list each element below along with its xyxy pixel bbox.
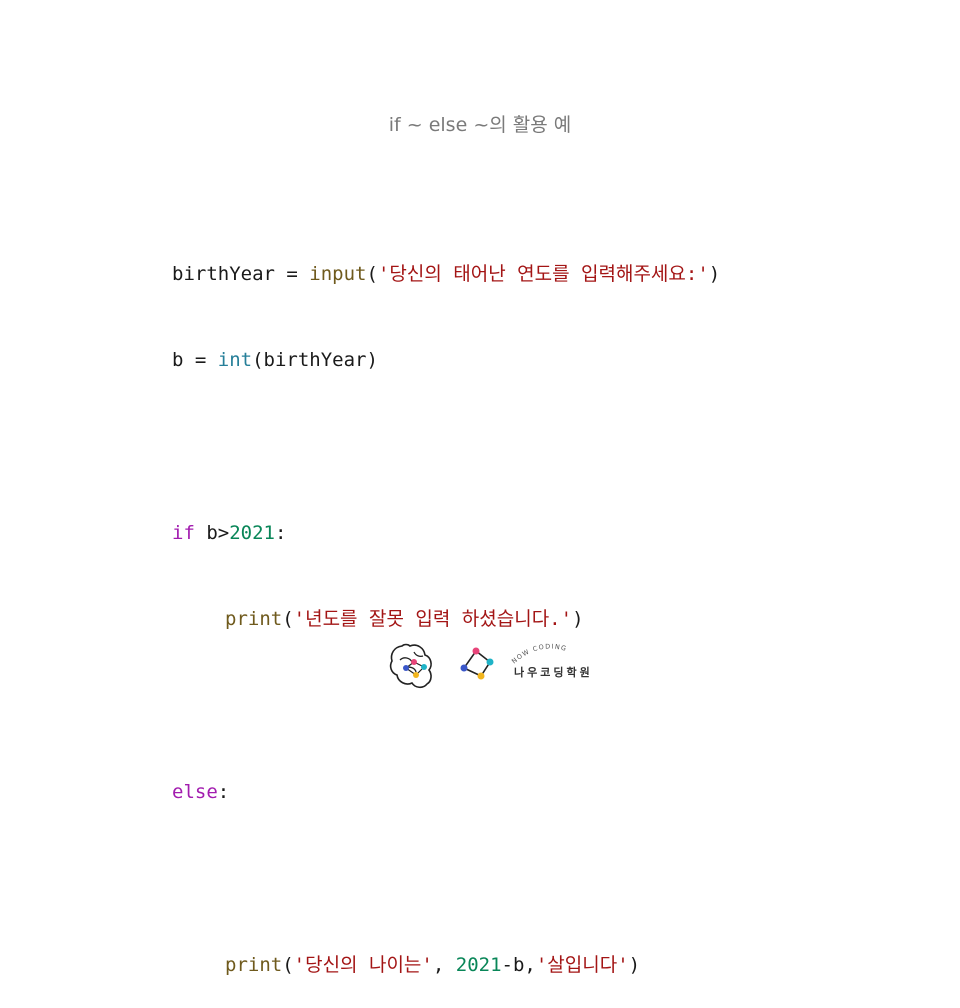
slide-title: if ~ else ~의 활용 예 [388,114,572,136]
colon: : [217,780,230,803]
keyword: else [172,780,218,803]
code-line-4: if b>2021: [172,519,720,548]
string-literal: '당신의 태어난 연도를 입력해주세요:' [377,262,709,285]
paren-open: ( [282,953,294,976]
brand-name: 나우코딩학원 [514,666,593,679]
code-line-2: b = int(birthYear) [172,346,720,375]
function-name: input [309,262,367,285]
string-literal: '년도를 잘못 입력 하셨습니다.' [293,608,573,631]
separator: , [432,953,456,976]
number-literal: 2021 [455,953,502,976]
number-literal: 2021 [229,521,275,544]
brand-arc-text: NOW CODING [510,642,568,665]
variable-name: b [172,348,184,371]
brain-logo-icon [389,643,432,689]
assign-operator: = [183,348,218,371]
variable-name: birthYear [172,262,275,285]
code-line-5: print('년도를 잘못 입력 하셨습니다.') [172,605,720,634]
keyword: if [172,521,195,544]
code-line-7: else: [172,778,720,807]
assign-operator: = [274,262,310,285]
expression: -b, [501,953,536,976]
paren-close: ) [708,262,721,285]
brand-arc-label: NOW CODING [510,642,567,665]
string-literal: '당신의 나이는' [293,953,433,976]
paren-close: ) [628,953,641,976]
paren-open: ( [282,608,294,631]
paren-close: ) [572,608,584,631]
code-block: birthYear = input('당신의 태어난 연도를 입력해주세요:')… [172,202,720,1008]
svg-text:NOW CODING: NOW CODING [510,642,568,665]
footer-logo: NOW CODING 나우코딩학원 [388,636,608,692]
function-name: print [225,608,283,631]
call-args: (birthYear) [252,348,378,371]
network-logo-icon [460,647,494,680]
code-line-1: birthYear = input('당신의 태어난 연도를 입력해주세요:') [172,260,720,289]
condition: b> [194,521,230,544]
colon: : [274,521,287,544]
paren-open: ( [366,262,378,285]
code-line-9: print('당신의 나이는', 2021-b,'살입니다') [172,951,720,980]
function-name: print [225,953,283,976]
function-name: int [217,348,253,371]
string-literal: '살입니다' [535,953,629,976]
